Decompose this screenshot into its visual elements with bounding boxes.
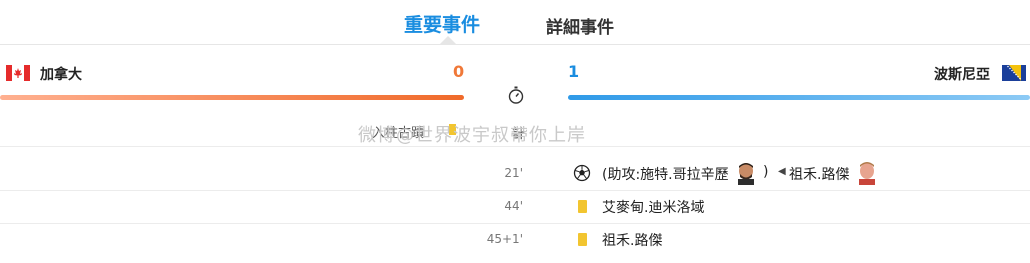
player-name: 艾麥甸.迪米洛域	[602, 200, 705, 216]
canada-flag-icon	[6, 65, 30, 81]
away-team-name: 波斯尼亞	[934, 67, 990, 83]
home-timeline-bar	[0, 95, 464, 100]
event-row: 44' 艾麥甸.迪米洛域	[0, 191, 1030, 223]
home-team-name: 加拿大	[40, 67, 82, 83]
away-timeline-bar	[568, 95, 1030, 100]
assist-text: (助攻:施特.哥拉辛歷	[602, 167, 729, 183]
player-avatar	[856, 161, 878, 185]
substitution-arrow-icon: ◀	[778, 166, 786, 177]
tabs-divider	[0, 44, 1030, 45]
sub-player-name: 祖禾.路傑	[789, 167, 850, 183]
away-score: 1	[568, 62, 580, 81]
event-minute: 21'	[504, 166, 523, 180]
event-row: 21' (助攻:施特.哥拉辛歷 ) ◀ 祖禾.路傑	[0, 158, 1030, 190]
stopwatch-icon	[508, 86, 524, 104]
event-minute: 45+1'	[486, 232, 523, 246]
yellow-card-icon	[578, 200, 587, 213]
player-avatar	[735, 161, 757, 185]
assist-close: )	[763, 164, 769, 180]
event-row: 45+1' 祖禾.路傑	[0, 224, 1030, 256]
soccer-ball-icon	[573, 164, 591, 182]
event-minute: 44'	[504, 199, 523, 213]
player-name: 祖禾.路傑	[602, 233, 663, 249]
legend-row: 入柱古蹟 計 微博@世界波宇叔帶你上岸	[0, 115, 1030, 146]
tab-detailed-events[interactable]: 詳細事件	[546, 13, 614, 38]
bosnia-flag-icon	[1002, 65, 1026, 81]
yellow-card-icon	[578, 233, 587, 246]
home-score: 0	[453, 62, 465, 81]
active-tab-pointer	[440, 36, 456, 44]
tab-key-events[interactable]: 重要事件	[404, 10, 480, 37]
event-tabs: 重要事件 詳細事件	[0, 0, 1030, 45]
row-divider	[0, 146, 1030, 147]
watermark: 微博@世界波宇叔帶你上岸	[358, 125, 586, 146]
